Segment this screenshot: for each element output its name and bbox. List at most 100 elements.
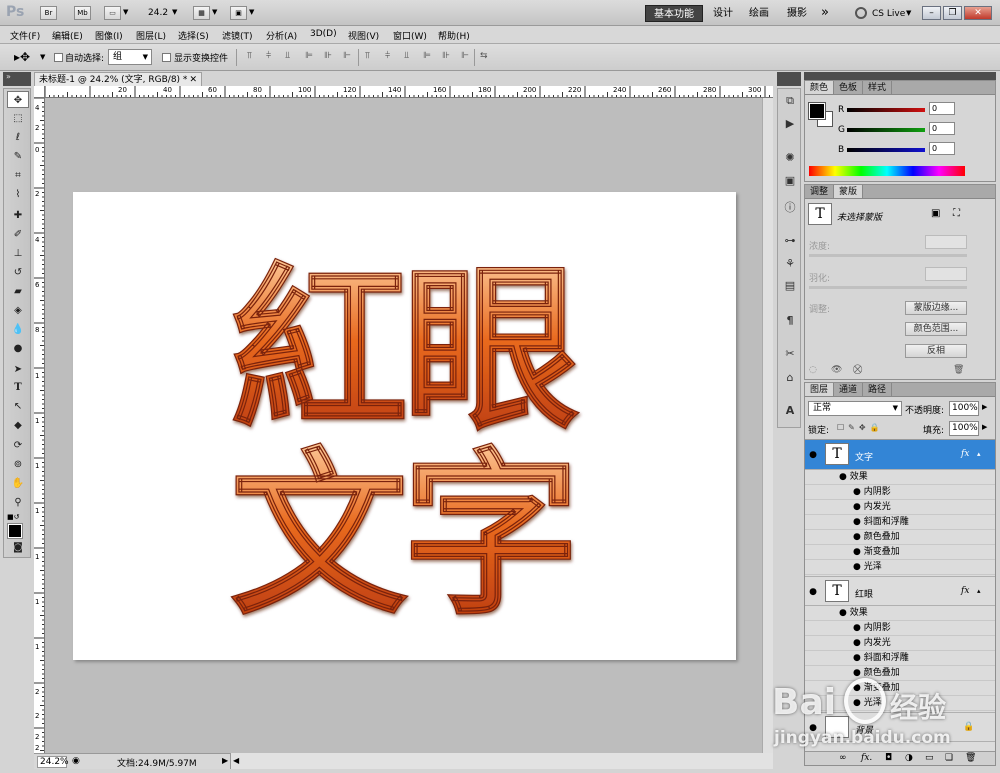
workspace-painting[interactable]: 绘画 — [746, 5, 772, 22]
tool-presets-icon[interactable]: ✂ — [782, 347, 798, 362]
bridge-button[interactable]: Br — [40, 6, 57, 20]
tab-paths[interactable]: 路径 — [863, 383, 893, 396]
vector-mask-icon[interactable]: ⛶ — [953, 208, 960, 219]
paths-panel-icon[interactable]: ⌂ — [782, 371, 798, 386]
eye-icon[interactable]: ● — [853, 638, 861, 648]
cs-live-icon[interactable] — [855, 7, 867, 19]
arrange-documents-icon[interactable]: ▦ — [193, 6, 210, 20]
quick-mask-icon[interactable]: ◙ — [7, 539, 29, 556]
eye-icon[interactable]: ● — [853, 502, 861, 512]
layer-row[interactable]: ● T 红眼 fx ▴ — [805, 576, 995, 606]
zoom-level-field[interactable]: 24.2 — [148, 8, 168, 18]
pixel-mask-icon[interactable]: ▣ — [931, 208, 940, 219]
color-spectrum-bar[interactable] — [809, 166, 965, 176]
eye-icon[interactable]: ● — [853, 653, 861, 663]
paragraph-panel-icon[interactable]: ¶ — [782, 314, 798, 329]
brushes-panel-icon[interactable]: ✺ — [782, 151, 798, 166]
chevron-down-icon[interactable]: ▼ — [249, 8, 254, 16]
history-panel-icon[interactable]: ⧉ — [782, 94, 798, 109]
chevron-down-icon[interactable]: ▼ — [212, 8, 217, 16]
tab-masks[interactable]: 蒙版 — [834, 185, 864, 198]
workspace-photography[interactable]: 摄影 — [784, 5, 810, 22]
red-slider[interactable] — [847, 108, 925, 112]
tab-color[interactable]: 颜色 — [805, 81, 835, 94]
scroll-left-icon[interactable]: ◀ — [233, 756, 239, 765]
view-extras-icon[interactable]: ▭ — [104, 6, 121, 20]
screen-mode-icon[interactable]: ▣ — [230, 6, 247, 20]
eye-icon[interactable]: ● — [853, 623, 861, 633]
close-document-icon[interactable]: ✕ — [189, 73, 197, 87]
status-menu-arrow-icon[interactable]: ▶ — [222, 756, 228, 765]
menu-3d[interactable]: 3D(D) — [310, 29, 337, 39]
more-workspaces-button[interactable]: » — [818, 5, 832, 22]
crop-tool-icon[interactable]: ⌗ — [7, 167, 29, 184]
move-tool-icon[interactable]: ✥ — [7, 91, 29, 108]
align-left-icon[interactable]: ⊫ — [305, 51, 313, 61]
distribute-right-icon[interactable]: ⊩ — [461, 51, 469, 61]
align-bottom-icon[interactable]: ⫫ — [285, 51, 290, 61]
eye-icon[interactable]: ● — [853, 517, 861, 527]
menu-image[interactable]: 图像(I) — [95, 29, 123, 42]
layer-name[interactable]: 背景 — [855, 723, 873, 736]
effect-item[interactable]: ● 斜面和浮雕 — [805, 515, 995, 530]
eye-icon[interactable]: ● — [853, 562, 861, 572]
link-layers-icon[interactable]: ∞ — [839, 753, 847, 763]
green-slider[interactable] — [847, 128, 925, 132]
distribute-top-icon[interactable]: ⫪ — [365, 51, 370, 61]
layer-row[interactable]: ● 背景 🔒 — [805, 712, 995, 742]
distribute-hcenter-icon[interactable]: ⊪ — [442, 51, 450, 61]
eye-icon[interactable]: ● — [839, 608, 847, 618]
path-selection-tool-icon[interactable]: ➤ — [7, 361, 29, 378]
layer-name[interactable]: 红眼 — [855, 587, 873, 600]
fx-badge[interactable]: fx — [961, 449, 969, 459]
workspace-essentials[interactable]: 基本功能 — [645, 5, 703, 22]
hand-tool-icon[interactable]: ✋ — [7, 475, 29, 492]
distribute-left-icon[interactable]: ⊫ — [423, 51, 431, 61]
effect-item[interactable]: ● 内发光 — [805, 636, 995, 651]
eye-icon[interactable]: ● — [853, 487, 861, 497]
blue-value-input[interactable]: 0 — [929, 142, 955, 155]
effect-item[interactable]: ● 光泽 — [805, 696, 995, 711]
tab-channels[interactable]: 通道 — [834, 383, 864, 396]
effect-item[interactable]: ● 内阴影 — [805, 485, 995, 500]
new-group-icon[interactable]: ▭ — [925, 753, 934, 763]
effect-item[interactable]: ● 颜色叠加 — [805, 530, 995, 545]
effect-item[interactable]: ● 渐变叠加 — [805, 545, 995, 560]
horizontal-scrollbar[interactable]: ◀ — [230, 753, 773, 769]
workspace-design[interactable]: 设计 — [710, 5, 736, 22]
feather-input[interactable] — [925, 267, 967, 281]
opacity-input[interactable]: 100% — [949, 401, 979, 416]
eyedropper-tool-icon[interactable]: ⌇ — [7, 186, 29, 203]
disable-mask-icon[interactable]: ⛒ — [853, 365, 862, 375]
lock-options-icons[interactable]: ☐✎✥🔒 — [837, 423, 884, 432]
effect-item[interactable]: ● 颜色叠加 — [805, 666, 995, 681]
vertical-ruler[interactable]: 4 2 0 2 4 6 8 1 1 1 1 1 1 1 2 2 2 2 — [34, 98, 45, 753]
restore-button[interactable]: ❐ — [943, 6, 962, 20]
status-zoom-field[interactable]: 24.2% — [37, 756, 69, 768]
clone-stamp-tool-icon[interactable]: ⊥ — [7, 245, 29, 262]
shape-tool-icon[interactable]: ◆ — [7, 417, 29, 434]
icon-strip-header[interactable] — [777, 72, 801, 86]
effect-item[interactable]: ● 光泽 — [805, 560, 995, 575]
auto-select-dropdown[interactable]: 组 ▼ — [108, 49, 152, 65]
tab-styles[interactable]: 样式 — [863, 81, 893, 94]
minimize-button[interactable]: – — [922, 6, 941, 20]
feather-slider[interactable] — [809, 286, 967, 289]
load-selection-icon[interactable]: ◌ — [809, 365, 817, 375]
invert-button[interactable]: 反相 — [905, 344, 967, 358]
apply-mask-icon[interactable]: 👁 — [831, 365, 842, 375]
ruler-origin[interactable] — [34, 86, 45, 98]
foreground-swatch[interactable] — [808, 102, 826, 120]
tab-layers[interactable]: 图层 — [805, 383, 835, 396]
mini-bridge-button[interactable]: Mb — [74, 6, 91, 20]
direct-select-tool-icon[interactable]: ↖ — [7, 398, 29, 415]
close-button[interactable]: ✕ — [964, 6, 992, 20]
delete-mask-icon[interactable]: 🗑 — [953, 365, 964, 375]
cs-live-label[interactable]: CS Live — [872, 9, 905, 19]
chevron-down-icon[interactable]: ▼ — [40, 53, 45, 61]
3d-panel-icon[interactable]: ⚘ — [782, 257, 798, 272]
menu-layer[interactable]: 图层(L) — [136, 29, 166, 42]
eye-icon[interactable]: ● — [853, 683, 861, 693]
foreground-color-swatch[interactable] — [7, 523, 23, 539]
dodge-tool-icon[interactable]: ● — [7, 340, 29, 357]
